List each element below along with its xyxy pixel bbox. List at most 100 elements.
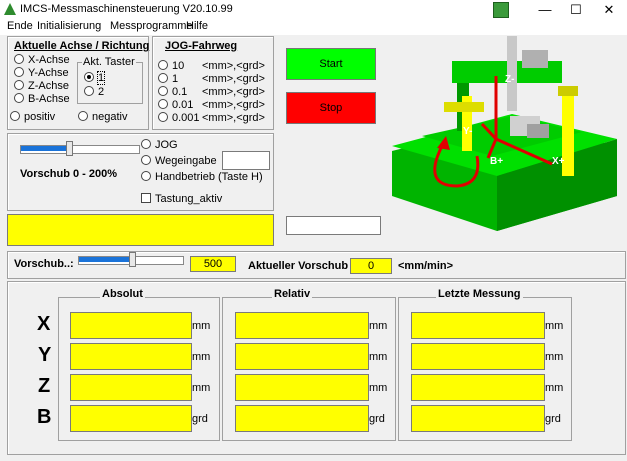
machine-illustration: Z- Y- X+ B+ bbox=[392, 36, 617, 231]
absolut-y-unit: mm bbox=[192, 351, 211, 363]
radio-positive[interactable]: positiv bbox=[10, 111, 55, 123]
absolut-z-field bbox=[70, 374, 192, 401]
label-b: B+ bbox=[490, 156, 503, 167]
speed-slider-thumb[interactable] bbox=[66, 141, 73, 156]
radio-icon bbox=[141, 139, 151, 149]
jog-unit-0-01: <mm>,<grd> bbox=[202, 99, 265, 111]
feed-slider-fill bbox=[79, 257, 131, 262]
stop-button[interactable]: Stop bbox=[286, 92, 376, 124]
axis-label-x: X bbox=[37, 313, 51, 335]
radio-b-axis[interactable]: B-Achse bbox=[14, 93, 70, 105]
letzte-b-unit: grd bbox=[545, 413, 561, 425]
feed-label: Vorschub..: bbox=[14, 258, 74, 270]
relativ-z-unit: mm bbox=[369, 382, 388, 394]
radio-z-axis[interactable]: Z-Achse bbox=[14, 80, 69, 92]
radio-icon bbox=[14, 80, 24, 90]
absolut-header: Absolut bbox=[100, 288, 145, 300]
letzte-x-field bbox=[411, 312, 545, 339]
radio-mode-jog[interactable]: JOG bbox=[141, 139, 178, 151]
radio-icon bbox=[14, 54, 24, 64]
feed-value[interactable]: 500 bbox=[190, 256, 236, 272]
window-title: IMCS-Messmaschinensteuerung V20.10.99 bbox=[20, 3, 233, 15]
radio-probe-1[interactable]: 1 bbox=[84, 71, 106, 85]
letzte-y-field bbox=[411, 343, 545, 370]
maximize-button[interactable]: ☐ bbox=[561, 0, 591, 19]
minimize-button[interactable]: — bbox=[530, 0, 560, 19]
radio-icon bbox=[10, 111, 20, 121]
letzte-messung-header: Letzte Messung bbox=[436, 288, 523, 300]
radio-icon bbox=[84, 72, 94, 82]
absolut-b-field bbox=[70, 405, 192, 432]
radio-mode-handbetrieb[interactable]: Handbetrieb (Taste H) bbox=[141, 171, 263, 183]
letzte-x-unit: mm bbox=[545, 320, 564, 332]
radio-jog-10[interactable]: 10 bbox=[158, 60, 184, 72]
menu-messprogramme[interactable]: Messprogramme bbox=[110, 20, 193, 32]
radio-icon bbox=[84, 86, 94, 96]
speed-slider-fill bbox=[21, 146, 68, 151]
menu-initialisierung[interactable]: Initialisierung bbox=[37, 20, 101, 32]
radio-jog-0-01[interactable]: 0.01 bbox=[158, 99, 193, 111]
relativ-b-unit: grd bbox=[369, 413, 385, 425]
absolut-x-unit: mm bbox=[192, 320, 211, 332]
absolut-x-field bbox=[70, 312, 192, 339]
radio-icon bbox=[14, 67, 24, 77]
radio-icon bbox=[141, 155, 151, 165]
start-button[interactable]: Start bbox=[286, 48, 376, 80]
letzte-b-field bbox=[411, 405, 545, 432]
radio-mode-wegeingabe[interactable]: Wegeingabe bbox=[141, 155, 217, 167]
radio-negative[interactable]: negativ bbox=[78, 111, 127, 123]
radio-icon bbox=[158, 73, 168, 83]
jog-unit-0-001: <mm>,<grd> bbox=[202, 112, 265, 124]
actual-feed-value: 0 bbox=[350, 258, 392, 274]
radio-icon bbox=[158, 112, 168, 122]
status-input[interactable] bbox=[286, 216, 381, 235]
radio-icon bbox=[14, 93, 24, 103]
probe-block bbox=[527, 124, 549, 138]
relativ-z-field bbox=[235, 374, 369, 401]
yellow-guide bbox=[444, 102, 484, 112]
axis-group-title: Aktuelle Achse / Richtung bbox=[14, 40, 150, 52]
jog-unit-1: <mm>,<grd> bbox=[202, 73, 265, 85]
checkbox-icon bbox=[141, 193, 151, 203]
spindle-head bbox=[522, 50, 548, 68]
feed-unit: <mm/min> bbox=[398, 260, 454, 272]
letzte-y-unit: mm bbox=[545, 351, 564, 363]
close-button[interactable]: ✕ bbox=[594, 0, 624, 19]
label-z: Z- bbox=[505, 74, 514, 85]
relativ-header: Relativ bbox=[272, 288, 313, 300]
status-field bbox=[7, 214, 274, 246]
label-y: Y- bbox=[463, 126, 472, 137]
radio-x-axis[interactable]: X-Achse bbox=[14, 54, 70, 66]
menu-ende[interactable]: Ende bbox=[7, 20, 33, 32]
jog-unit-0-1: <mm>,<grd> bbox=[202, 86, 265, 98]
letzte-z-field bbox=[411, 374, 545, 401]
feed-slider-thumb[interactable] bbox=[129, 252, 136, 267]
tray-icon[interactable] bbox=[493, 2, 509, 18]
radio-icon bbox=[141, 171, 151, 181]
speed-label: Vorschub 0 - 200% bbox=[20, 168, 117, 180]
actual-feed-label: Aktueller Vorschub bbox=[248, 260, 349, 272]
jog-group-title: JOG-Fahrweg bbox=[165, 40, 238, 52]
relativ-b-field bbox=[235, 405, 369, 432]
radio-jog-1[interactable]: 1 bbox=[158, 73, 178, 85]
probe-group-title: Akt. Taster bbox=[82, 56, 136, 68]
relativ-y-unit: mm bbox=[369, 351, 388, 363]
axis-label-z: Z bbox=[38, 375, 51, 397]
radio-icon bbox=[78, 111, 88, 121]
axis-label-y: Y bbox=[38, 344, 52, 366]
radio-icon bbox=[158, 99, 168, 109]
app-icon bbox=[4, 3, 16, 15]
wegeingabe-input[interactable] bbox=[222, 151, 270, 170]
jog-unit-10: <mm>,<grd> bbox=[202, 60, 265, 72]
menu-hilfe[interactable]: Hilfe bbox=[186, 20, 208, 32]
relativ-y-field bbox=[235, 343, 369, 370]
axis-label-b: B bbox=[37, 406, 52, 428]
radio-y-axis[interactable]: Y-Achse bbox=[14, 67, 69, 79]
letzte-z-unit: mm bbox=[545, 382, 564, 394]
absolut-b-unit: grd bbox=[192, 413, 208, 425]
tastung-checkbox[interactable]: Tastung_aktiv bbox=[141, 193, 222, 205]
radio-jog-0-001[interactable]: 0.001 bbox=[158, 112, 200, 124]
radio-jog-0-1[interactable]: 0.1 bbox=[158, 86, 187, 98]
label-x: X+ bbox=[552, 156, 565, 167]
radio-probe-2[interactable]: 2 bbox=[84, 86, 104, 98]
